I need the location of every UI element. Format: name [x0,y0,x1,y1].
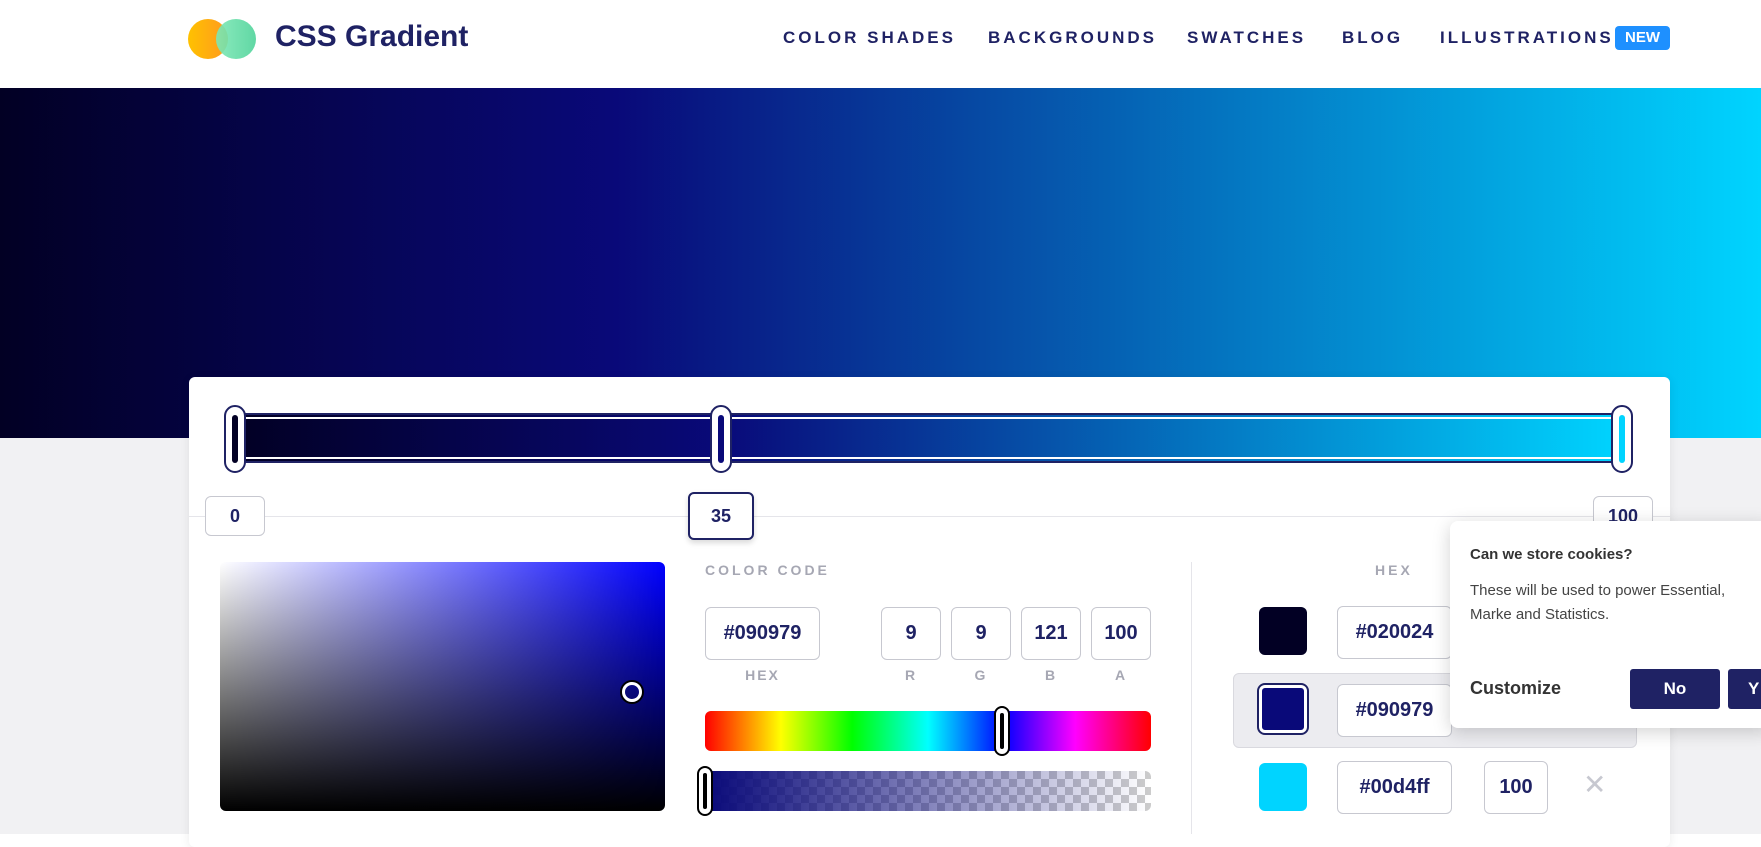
stop-swatch[interactable] [1259,763,1307,811]
cookie-no-button[interactable]: No [1630,669,1720,709]
gradient-track-inner [238,417,1619,459]
blue-input[interactable]: 121 [1021,607,1081,660]
logo-icon[interactable] [188,18,260,60]
thumb-bar [703,773,707,809]
color-code-label: COLOR CODE [705,562,830,578]
stop-hex-input[interactable]: #00d4ff [1337,761,1452,814]
green-input[interactable]: 9 [951,607,1011,660]
red-input[interactable]: 9 [881,607,941,660]
customize-button[interactable]: Customize [1470,678,1561,699]
alpha-input[interactable]: 100 [1091,607,1151,660]
remove-stop-icon[interactable]: ✕ [1583,768,1606,801]
g-label: G [974,667,988,683]
a-label: A [1114,667,1128,683]
b-label: B [1044,667,1058,683]
thumb-bar [1000,713,1004,749]
brand-name[interactable]: CSS Gradient [275,20,468,54]
stop-swatch[interactable] [1259,607,1307,655]
vertical-divider [1191,562,1192,834]
nav-illustrations[interactable]: ILLUSTRATIONS [1440,28,1614,48]
nav-swatches[interactable]: SWATCHES [1187,28,1306,48]
saturation-picker[interactable] [220,562,665,811]
cookie-yes-button[interactable]: Y [1728,669,1761,709]
stop-hex-input[interactable]: #090979 [1337,684,1452,737]
stop-handle-35[interactable] [710,405,732,473]
nav-color-shades[interactable]: COLOR SHADES [783,28,956,48]
nav-backgrounds[interactable]: BACKGROUNDS [988,28,1157,48]
logo-circle-green [216,19,256,59]
r-label: R [904,667,918,683]
hue-slider-thumb[interactable] [994,706,1010,756]
top-header: CSS Gradient COLOR SHADES BACKGROUNDS SW… [0,0,1761,88]
cookie-consent-dialog: Can we store cookies? These will be used… [1450,521,1761,728]
panel-divider [189,516,1670,517]
cookie-title: Can we store cookies? [1470,546,1633,563]
stop-handle-bar [718,415,724,463]
hex-input[interactable]: #090979 [705,607,820,660]
stop-alpha-input[interactable]: 100 [1484,761,1548,814]
stop-handle-0[interactable] [224,405,246,473]
new-badge: NEW [1615,26,1670,50]
cookie-body: These will be used to power Essential, M… [1470,582,1726,623]
stop-position-input[interactable]: 0 [205,496,265,536]
alpha-slider[interactable] [705,771,1151,811]
gradient-track[interactable] [234,413,1623,463]
stop-swatch-selected[interactable] [1259,685,1307,733]
hex-label: HEX [745,667,780,683]
stop-handle-bar [1619,415,1625,463]
stop-position-input-active[interactable]: 35 [688,492,754,540]
hue-slider[interactable] [705,711,1151,751]
picker-cursor[interactable] [622,682,642,702]
stop-hex-input[interactable]: #020024 [1337,606,1452,659]
stop-handle-bar [232,415,238,463]
nav-blog[interactable]: BLOG [1342,28,1403,48]
hex-column-label: HEX [1375,562,1413,578]
alpha-slider-thumb[interactable] [697,766,713,816]
stop-handle-100[interactable] [1611,405,1633,473]
